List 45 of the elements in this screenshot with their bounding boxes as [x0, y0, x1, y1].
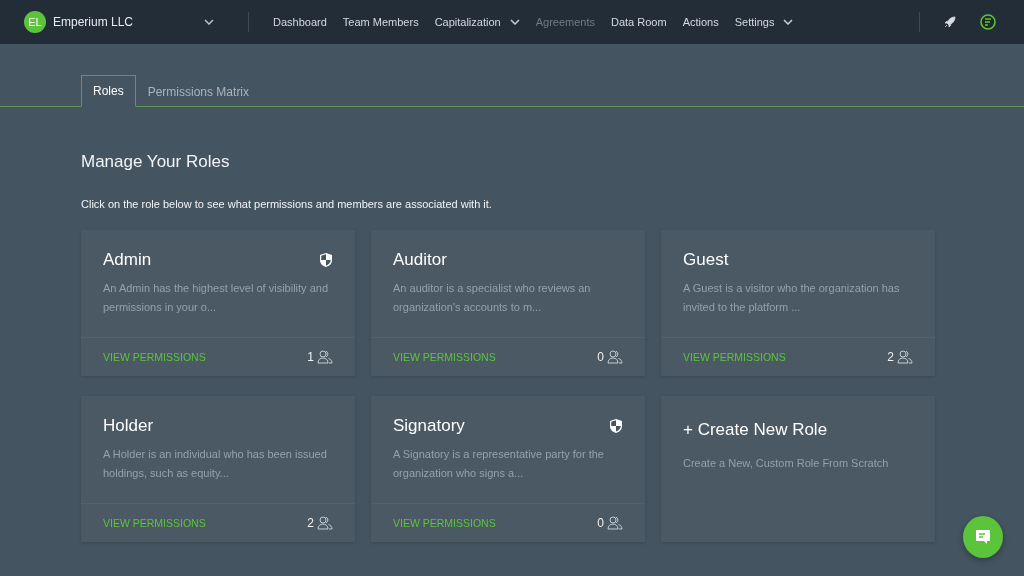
- role-description: An Admin has the highest level of visibility and permissions in your o...: [103, 281, 330, 315]
- member-count: 1: [307, 350, 314, 364]
- role-card[interactable]: Auditor An auditor is a specialist who reviews an organization's accounts to m... VIEW PERMISSIONS 0: [371, 230, 645, 376]
- app-logo-icon[interactable]: [980, 14, 996, 30]
- nav-link[interactable]: Data Room: [611, 16, 667, 28]
- company-name: Emperium LLC: [53, 15, 134, 29]
- member-count: 0: [597, 516, 604, 530]
- member-count: 0: [597, 350, 604, 364]
- chat-button[interactable]: [963, 516, 1003, 558]
- nav-link[interactable]: Settings: [734, 16, 794, 28]
- create-role-subtitle: Create a New, Custom Role From Scratch: [683, 456, 890, 471]
- role-card[interactable]: Guest A Guest is a visitor who the organization has invited to the platform ... VIEW PERMISSIONS 2: [661, 230, 935, 376]
- role-description: An auditor is a specialist who reviews an organization's accounts to m...: [393, 281, 592, 315]
- members-icon: [317, 516, 333, 530]
- page-heading: Manage Your Roles: [81, 152, 231, 172]
- nav-link[interactable]: Team Members: [342, 16, 419, 28]
- create-role-card[interactable]: + Create New Role Create a New, Custom Role From Scratch: [661, 396, 935, 542]
- role-name: Holder: [103, 416, 154, 436]
- role-card[interactable]: Admin An Admin has the highest level of visibility and permissions in your o... VIEW PERMISSIONS 1: [81, 230, 355, 376]
- role-description: A Holder is an individual who has been issued holdings, such as equity...: [103, 447, 328, 481]
- company-avatar: EL: [24, 11, 46, 33]
- intro-text: Click on the role below to see what permissions and members are associated with it.: [81, 198, 493, 210]
- role-name: Admin: [103, 250, 152, 270]
- members-icon: [317, 350, 333, 364]
- tab[interactable]: Permissions Matrix: [135, 76, 262, 107]
- role-card[interactable]: Holder A Holder is an individual who has been issued holdings, such as equity... VIEW PERMISSIONS 2: [81, 396, 355, 542]
- members-icon: [607, 516, 623, 530]
- role-name: Signatory: [393, 416, 465, 436]
- create-role-title: + Create New Role: [683, 420, 829, 440]
- members-icon: [897, 350, 913, 364]
- role-name: Auditor: [393, 250, 447, 270]
- role-name: Guest: [683, 250, 729, 270]
- role-description: A Guest is a visitor who the organization has invited to the platform ...: [683, 281, 901, 315]
- caret-icon[interactable]: [204, 19, 214, 25]
- nav-link[interactable]: Capitalization: [434, 16, 520, 28]
- chat-icon: [974, 528, 992, 546]
- members-icon: [607, 350, 623, 364]
- role-description: A Signatory is a representative party for the organization who signs a...: [393, 447, 605, 481]
- tab[interactable]: Roles: [81, 75, 136, 107]
- member-count: 2: [307, 516, 314, 530]
- rocket-icon[interactable]: [944, 16, 956, 28]
- role-card[interactable]: Signatory A Signatory is a representative party for the organization who signs a... VIEW PERMISSIONS 0: [371, 396, 645, 542]
- nav-link[interactable]: Dashboard: [273, 16, 327, 28]
- nav-link[interactable]: Actions: [682, 16, 719, 28]
- member-count: 2: [887, 350, 894, 364]
